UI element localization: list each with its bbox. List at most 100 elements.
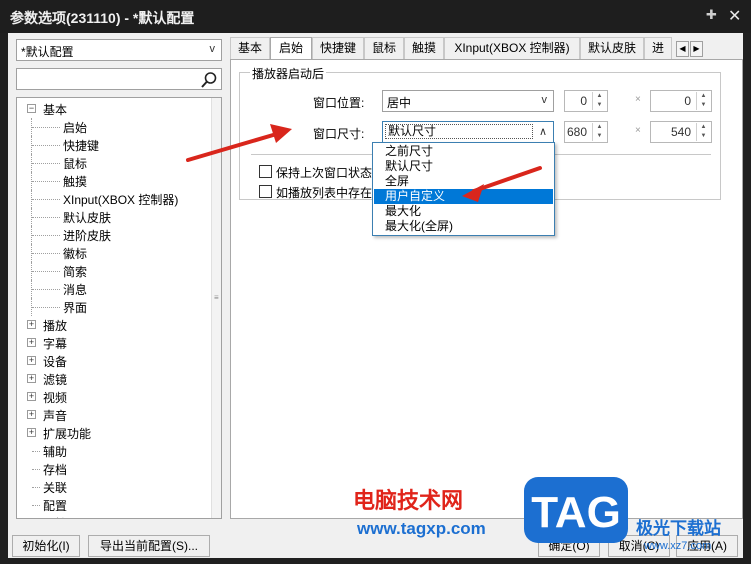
tree-guide-line xyxy=(32,163,60,164)
size-height-spinner[interactable]: 540 ▲ ▼ xyxy=(650,121,712,143)
spinner-arrows-icon[interactable]: ▲ ▼ xyxy=(696,92,710,110)
tree-guide-line xyxy=(32,487,40,488)
expand-icon[interactable]: + xyxy=(27,320,36,329)
tab-basic[interactable]: 基本 xyxy=(230,37,270,59)
tab-startup[interactable]: 启始 xyxy=(270,37,312,61)
position-x-spinner[interactable]: 0 ▲ ▼ xyxy=(564,90,608,112)
tree-node-label: 消息 xyxy=(63,283,88,297)
pin-icon[interactable]: ✚ xyxy=(706,7,722,25)
tree-node-label: 启始 xyxy=(63,121,88,135)
tab-scroll-left-icon[interactable]: ◀ xyxy=(676,41,689,57)
tree-guide-line xyxy=(32,289,60,290)
option-fullscreen[interactable]: 全屏 xyxy=(374,174,553,189)
expand-icon[interactable]: + xyxy=(27,374,36,383)
scroll-grip-icon[interactable]: ≡ xyxy=(214,293,220,302)
option-custom[interactable]: 用户自定义 xyxy=(374,189,553,204)
tree-node-label: 声音 xyxy=(43,409,68,423)
option-maximize-fullscreen[interactable]: 最大化(全屏) xyxy=(374,219,553,234)
search-input[interactable] xyxy=(16,68,222,90)
tree-guide-line xyxy=(32,181,60,182)
tree-node-label: 进阶皮肤 xyxy=(63,229,112,243)
window-size-dropdown[interactable]: 之前尺寸 默认尺寸 全屏 用户自定义 最大化 最大化(全屏) xyxy=(372,142,555,236)
expand-icon[interactable]: + xyxy=(27,410,36,419)
window-size-label: 窗口尺寸: xyxy=(313,127,365,141)
tree-node-label: 滤镜 xyxy=(43,373,68,387)
times-icon: × xyxy=(635,94,641,105)
tree-node-label: 设备 xyxy=(43,355,68,369)
position-x-value: 0 xyxy=(580,94,587,108)
window-title: 参数选项(231110) - *默认配置 xyxy=(10,10,195,26)
tree-node-label: 扩展功能 xyxy=(43,427,92,441)
checkbox-label: 保持上次窗口状态 xyxy=(276,166,373,180)
spinner-arrows-icon[interactable]: ▲ ▼ xyxy=(592,123,606,141)
tree-guide-line xyxy=(32,307,60,308)
expand-icon[interactable]: + xyxy=(27,356,36,365)
chevron-down-icon: v xyxy=(209,43,216,55)
position-y-value: 0 xyxy=(684,94,691,108)
search-icon[interactable] xyxy=(200,71,218,89)
tree-node-label: 视频 xyxy=(43,391,68,405)
expand-icon[interactable]: + xyxy=(27,338,36,347)
spinner-arrows-icon[interactable]: ▲ ▼ xyxy=(696,123,710,141)
close-icon[interactable]: ✕ xyxy=(728,6,744,25)
window-size-value: 默认尺寸 xyxy=(385,124,533,139)
checkbox-label: 如播放列表中存在 xyxy=(276,186,373,200)
watermark-url: www.tagxp.com xyxy=(357,519,486,538)
expand-icon[interactable]: + xyxy=(27,392,36,401)
tree-guide-line xyxy=(32,217,60,218)
tree-guide-line xyxy=(32,127,60,128)
tab-advanced[interactable]: 进 xyxy=(644,37,672,59)
tab-touch[interactable]: 触摸 xyxy=(404,37,444,59)
tree-guide-line xyxy=(32,451,40,452)
size-height-value: 540 xyxy=(670,125,691,139)
tree-node-label: 鼠标 xyxy=(63,157,88,171)
option-default-size[interactable]: 默认尺寸 xyxy=(374,159,553,174)
size-width-value: 680 xyxy=(566,125,587,139)
collapse-icon[interactable]: − xyxy=(27,104,36,113)
tree-node-label: 界面 xyxy=(63,301,88,315)
tree-guide-line xyxy=(32,145,60,146)
option-maximize[interactable]: 最大化 xyxy=(374,204,553,219)
chevron-down-icon: v xyxy=(541,94,548,106)
profile-select[interactable]: *默认配置 v xyxy=(16,39,222,61)
window-position-select[interactable]: 居中 v xyxy=(382,90,554,112)
tree-guide-line xyxy=(32,235,60,236)
tree-node-label: 播放 xyxy=(43,319,68,333)
expand-icon[interactable]: + xyxy=(27,428,36,437)
tab-default-skin[interactable]: 默认皮肤 xyxy=(580,37,644,59)
checkbox-icon[interactable] xyxy=(259,165,272,178)
startup-panel: 播放器启动后 窗口位置: 居中 v 0 ▲ ▼ × 0 ▲ ▼ 窗口尺寸: 默认尺寸… xyxy=(230,59,743,519)
tag-logo: TAG xyxy=(524,477,628,543)
tab-shortcuts[interactable]: 快捷键 xyxy=(312,37,364,59)
group-title: 播放器启动后 xyxy=(250,65,327,82)
size-width-spinner[interactable]: 680 ▲ ▼ xyxy=(564,121,608,143)
init-button[interactable]: 初始化(I) xyxy=(12,535,80,557)
window-size-select[interactable]: 默认尺寸 ∧ xyxy=(382,121,554,143)
tree-node-label: 简索 xyxy=(63,265,88,279)
tree-node-label: 徽标 xyxy=(63,247,88,261)
option-previous-size[interactable]: 之前尺寸 xyxy=(374,144,553,159)
watermark-download-site: 极光下载站 xyxy=(636,519,721,538)
spinner-arrows-icon[interactable]: ▲ ▼ xyxy=(592,92,606,110)
tree-node-label: 字幕 xyxy=(43,337,68,351)
export-config-button[interactable]: 导出当前配置(S)... xyxy=(88,535,210,557)
tab-xinput[interactable]: XInput(XBOX 控制器) xyxy=(444,37,580,59)
window-position-value: 居中 xyxy=(387,96,412,110)
profile-value: *默认配置 xyxy=(21,45,74,59)
tree-guide-line xyxy=(32,199,60,200)
position-y-spinner[interactable]: 0 ▲ ▼ xyxy=(650,90,712,112)
tab-bar: 基本 启始 快捷键 鼠标 触摸 XInput(XBOX 控制器) 默认皮肤 进 … xyxy=(230,37,737,61)
tree-node-label: 辅助 xyxy=(43,445,68,459)
tree-node-label: 基本 xyxy=(43,103,68,117)
tree-node-label: 默认皮肤 xyxy=(63,211,112,225)
tree-node-label: XInput(XBOX 控制器) xyxy=(63,193,179,207)
tab-scroll-right-icon[interactable]: ▶ xyxy=(690,41,703,57)
checkbox-icon[interactable] xyxy=(259,185,272,198)
tab-mouse[interactable]: 鼠标 xyxy=(364,37,404,59)
options-dialog: *默认配置 v − 基本 启始 快捷键 鼠标 触摸 XInput(XBOX 控制器) 默认… xyxy=(8,33,743,558)
tree-guide-line xyxy=(32,505,40,506)
tree-node-label: 关联 xyxy=(43,481,68,495)
window-position-label: 窗口位置: xyxy=(313,96,365,110)
settings-tree[interactable]: − 基本 启始 快捷键 鼠标 触摸 XInput(XBOX 控制器) 默认皮肤 进阶皮肤 徽标… xyxy=(16,97,222,519)
tree-scrollbar[interactable]: ≡ xyxy=(211,98,221,518)
